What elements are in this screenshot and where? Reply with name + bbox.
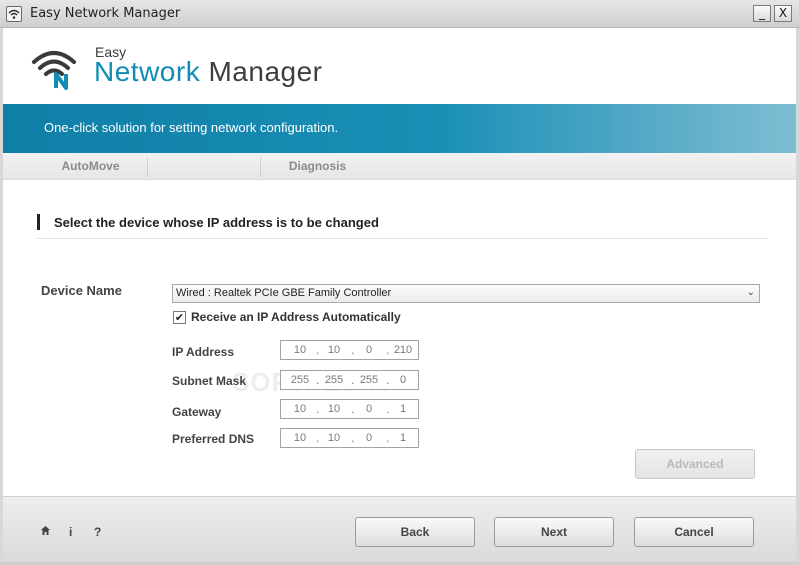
app-header: Easy Network Manager	[0, 28, 799, 104]
section-marker	[37, 214, 40, 230]
device-name-label: Device Name	[41, 283, 122, 298]
banner-text: One-click solution for setting network c…	[44, 120, 339, 135]
subnet-mask-label: Subnet Mask	[172, 374, 247, 388]
octet: 0	[399, 374, 407, 386]
nav-bar: AutoMove Diagnosis	[3, 153, 796, 180]
octet: 210	[393, 344, 413, 356]
back-button[interactable]: Back	[355, 517, 475, 547]
octet: 255	[324, 374, 344, 386]
gateway-field[interactable]: 10 . 10 . 0 . 1	[280, 399, 419, 419]
advanced-button[interactable]: Advanced	[635, 449, 755, 479]
octet: 0	[365, 403, 373, 415]
ip-address-label: IP Address	[172, 345, 235, 359]
octet: 0	[365, 344, 373, 356]
octet: 10	[293, 403, 307, 415]
logo-word-network: Network	[94, 56, 201, 87]
info-icon[interactable]: i	[69, 525, 72, 539]
octet: 0	[365, 432, 373, 444]
octet: 10	[293, 344, 307, 356]
octet-dot: .	[316, 403, 320, 416]
octet-dot: .	[351, 374, 355, 387]
octet-dot: .	[386, 374, 390, 387]
section-title: Select the device whose IP address is to…	[54, 215, 379, 230]
window-title: Easy Network Manager	[30, 6, 181, 21]
subnet-mask-field[interactable]: 255 . 255 . 255 . 0	[280, 370, 419, 390]
octet: 255	[359, 374, 379, 386]
logo-word-manager: Manager	[208, 56, 323, 87]
banner: One-click solution for setting network c…	[3, 104, 796, 153]
home-icon[interactable]	[40, 525, 51, 539]
ip-address-field[interactable]: 10 . 10 . 0 . 210	[280, 340, 419, 360]
minimize-button[interactable]: _	[753, 5, 771, 22]
tab-automove[interactable]: AutoMove	[33, 153, 148, 180]
octet-dot: .	[386, 432, 390, 445]
preferred-dns-field[interactable]: 10 . 10 . 0 . 1	[280, 428, 419, 448]
section-divider	[37, 238, 768, 239]
octet-dot: .	[351, 403, 355, 416]
cancel-button[interactable]: Cancel	[634, 517, 754, 547]
close-button[interactable]: X	[774, 5, 792, 22]
octet-dot: .	[386, 344, 390, 357]
preferred-dns-label: Preferred DNS	[172, 432, 255, 446]
octet: 10	[327, 432, 341, 444]
octet: 10	[327, 344, 341, 356]
auto-ip-label: Receive an IP Address Automatically	[191, 310, 401, 324]
gateway-label: Gateway	[172, 405, 222, 419]
wifi-icon	[6, 6, 22, 22]
logo-title: Network Manager	[94, 56, 323, 88]
nav-divider	[147, 157, 148, 177]
octet: 10	[293, 432, 307, 444]
octet: 255	[290, 374, 310, 386]
auto-ip-checkbox[interactable]: ✔	[173, 311, 186, 324]
device-select-value: Wired : Realtek PCIe GBE Family Controll…	[176, 287, 392, 299]
title-bar: Easy Network Manager _ X	[0, 0, 799, 28]
next-button[interactable]: Next	[494, 517, 614, 547]
octet: 10	[327, 403, 341, 415]
window-frame-left	[0, 28, 3, 565]
octet-dot: .	[316, 432, 320, 445]
octet-dot: .	[351, 344, 355, 357]
octet-dot: .	[386, 403, 390, 416]
octet-dot: .	[316, 344, 320, 357]
octet-dot: .	[316, 374, 320, 387]
octet: 1	[399, 403, 407, 415]
octet-dot: .	[351, 432, 355, 445]
device-select[interactable]: Wired : Realtek PCIe GBE Family Controll…	[172, 284, 760, 303]
tab-diagnosis[interactable]: Diagnosis	[260, 153, 375, 180]
network-logo-icon	[32, 51, 76, 90]
help-icon[interactable]: ?	[94, 525, 101, 539]
chevron-down-icon: ⌄	[746, 287, 755, 298]
octet: 1	[399, 432, 407, 444]
